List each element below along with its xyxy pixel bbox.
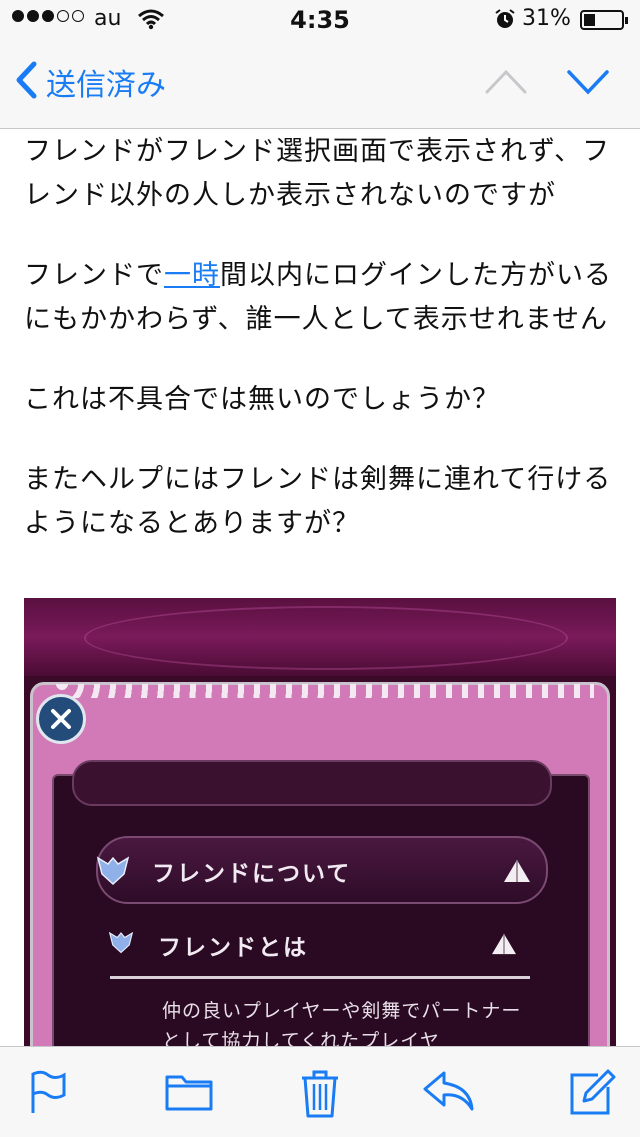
battery-icon [580, 10, 628, 30]
message-paragraph-3: これは不具合では無いのでしょうか？ [24, 384, 500, 415]
trash-icon[interactable] [300, 1069, 340, 1123]
image-ornament [84, 606, 568, 670]
bottom-toolbar [0, 1046, 640, 1137]
triangle-icon [502, 858, 532, 888]
down-arrow-icon[interactable] [566, 68, 610, 102]
close-icon [36, 694, 86, 744]
flag-icon[interactable] [28, 1069, 68, 1119]
back-button-label: 送信済み [46, 68, 166, 103]
battery-percentage: 31% [522, 6, 571, 31]
back-chevron-icon [14, 60, 38, 104]
image-description: 仲の良いプレイヤーや剣舞でパートナーとして協力してくれたプレイヤ [162, 1000, 522, 1046]
wing-emblem-icon [96, 854, 130, 890]
reply-icon[interactable] [422, 1069, 476, 1117]
image-divider [110, 976, 530, 979]
image-partial-row [72, 760, 552, 806]
image-row-label-2: フレンドとは [158, 934, 308, 961]
wing-emblem-icon [108, 930, 134, 958]
navigation-bar: 送信済み [0, 40, 640, 129]
message-paragraph-1: フレンドがフレンド選択画面で表示されず、フレンド以外の人しか表示されないのですが [24, 136, 611, 211]
message-paragraph-2: フレンドで一時間以内にログインした方がいるにもかかわらず、誰一人として表示せれま… [24, 260, 612, 335]
date-link[interactable]: 一時 [164, 260, 220, 291]
message-body: フレンドがフレンド選択画面で表示されず、フレンド以外の人しか表示されないのですが… [24, 130, 620, 582]
image-lace-trim [54, 684, 594, 698]
image-row-label-1: フレンドについて [152, 860, 352, 887]
status-bar: au 4:35 31% [0, 0, 640, 40]
back-button[interactable]: 送信済み [14, 60, 166, 104]
alarm-icon [494, 8, 516, 34]
folder-icon[interactable] [164, 1069, 214, 1117]
attached-image[interactable]: フレンドについて フレンドとは 仲の良いプレイヤーや剣舞でパートナーとして協力し… [24, 598, 616, 1046]
compose-icon[interactable] [568, 1069, 616, 1121]
message-paragraph-4: またヘルプにはフレンドは剣舞に連れて行けるようになるとありますが？ [24, 464, 612, 539]
triangle-icon [490, 932, 518, 960]
up-arrow-icon[interactable] [484, 66, 528, 100]
